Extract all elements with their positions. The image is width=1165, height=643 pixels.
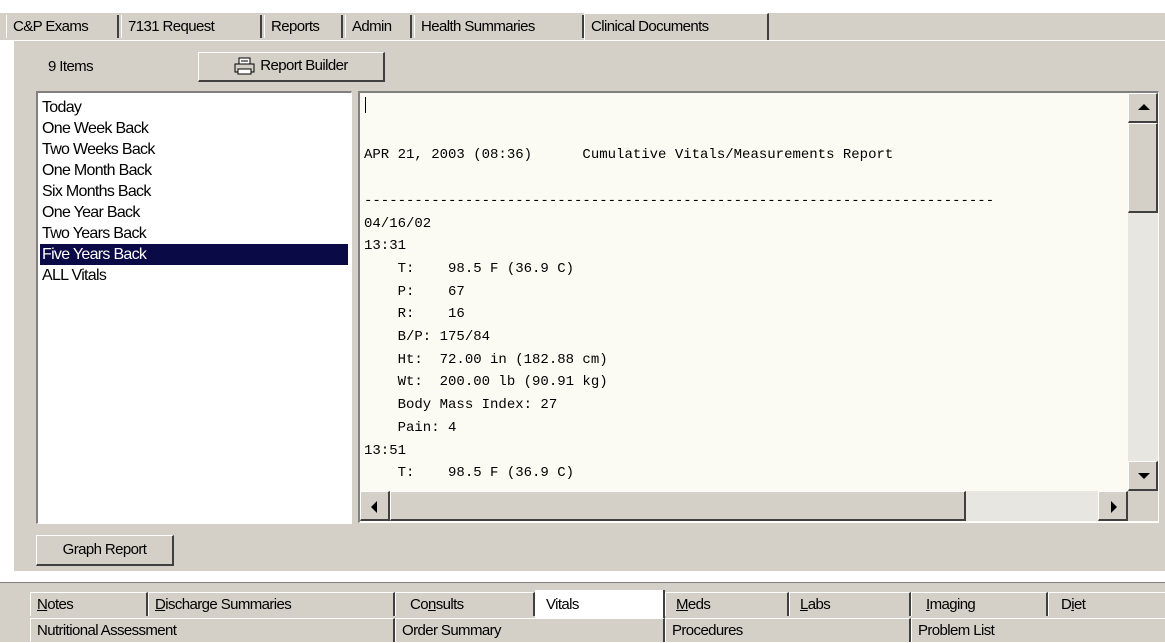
- scroll-right-button[interactable]: [1098, 491, 1128, 521]
- tab-label: Nutritional Assessment: [37, 622, 177, 639]
- list-item-selected[interactable]: Five Years Back: [40, 244, 348, 265]
- scroll-up-button[interactable]: [1128, 93, 1158, 123]
- top-tab-strip: C&P Exams 7131 Request Reports Admin Hea…: [0, 13, 1165, 40]
- tab-label: Reports: [271, 18, 320, 35]
- list-item[interactable]: Two Years Back: [40, 223, 348, 244]
- arrow-right-icon: [1111, 501, 1117, 513]
- tab-vitals[interactable]: Vitals: [535, 590, 665, 618]
- report-line: 13:31: [364, 238, 407, 255]
- tab-label: Problem List: [918, 622, 995, 639]
- tab-admin[interactable]: Admin: [345, 15, 412, 38]
- report-line: Body Mass Index: 27: [364, 397, 558, 414]
- report-line: T: 98.5 F (36.9 C): [364, 465, 575, 482]
- tab-procedures[interactable]: Procedures: [665, 618, 911, 642]
- bottom-tab-strip: Notes Discharge Summaries Consults Vital…: [0, 582, 1165, 642]
- report-line: T: 98.5 F (36.9 C): [364, 260, 575, 277]
- arrow-up-icon: [1138, 104, 1150, 110]
- tab-meds[interactable]: Meds: [665, 592, 789, 616]
- report-line: APR 21, 2003 (08:36) Cumulative Vitals/M…: [364, 147, 894, 164]
- tab-order-summary[interactable]: Order Summary: [395, 618, 665, 642]
- report-line: 13:51: [364, 442, 407, 459]
- report-line: ----------------------------------------…: [364, 192, 995, 209]
- report-line: [364, 99, 1128, 122]
- tab-reports[interactable]: Reports: [264, 15, 343, 38]
- tab-label: Clinical Documents: [591, 18, 709, 35]
- tab-label: Admin: [352, 18, 392, 35]
- tab-7131-request[interactable]: 7131 Request: [121, 15, 262, 38]
- tab-imaging[interactable]: Imaging: [911, 592, 1048, 616]
- arrow-left-icon: [371, 501, 377, 513]
- report-text-area[interactable]: APR 21, 2003 (08:36) Cumulative Vitals/M…: [358, 91, 1159, 523]
- tab-label: 7131 Request: [128, 18, 215, 35]
- printer-icon: [234, 57, 255, 75]
- tab-label: Procedures: [672, 622, 743, 639]
- list-item[interactable]: One Year Back: [40, 202, 348, 223]
- tab-labs[interactable]: Labs: [789, 592, 911, 616]
- list-item[interactable]: One Week Back: [40, 118, 348, 139]
- arrow-down-icon: [1138, 473, 1150, 479]
- tab-diet[interactable]: Diet: [1048, 592, 1165, 616]
- report-line: [364, 122, 1128, 145]
- scrollbar-corner: [1128, 491, 1158, 521]
- list-item[interactable]: One Month Back: [40, 160, 348, 181]
- graph-report-label: Graph Report: [62, 541, 147, 558]
- tab-problem-list[interactable]: Problem List: [911, 618, 1165, 642]
- scroll-left-button[interactable]: [360, 491, 390, 521]
- list-item[interactable]: Two Weeks Back: [40, 139, 348, 160]
- tab-consults[interactable]: Consults: [395, 592, 535, 616]
- vertical-scrollbar[interactable]: [1128, 93, 1158, 491]
- tab-nutritional-assessment[interactable]: Nutritional Assessment: [30, 618, 395, 642]
- list-item[interactable]: ALL Vitals: [40, 265, 348, 286]
- items-count: 9 Items: [48, 58, 94, 75]
- scroll-down-button[interactable]: [1128, 461, 1158, 491]
- tab-clinical-documents[interactable]: Clinical Documents: [584, 13, 769, 40]
- graph-report-button[interactable]: Graph Report: [36, 535, 174, 566]
- report-builder-label: Report Builder: [260, 57, 348, 74]
- report-line: 04/16/02: [364, 215, 432, 232]
- tab-label: Health Summaries: [421, 18, 535, 35]
- tab-discharge-summaries[interactable]: Discharge Summaries: [148, 592, 395, 616]
- horizontal-scroll-thumb[interactable]: [390, 491, 966, 521]
- report-line: Wt: 200.00 lb (90.91 kg): [364, 374, 608, 391]
- list-item[interactable]: Today: [40, 97, 348, 118]
- report-line: B/P: 175/84: [364, 329, 491, 346]
- scroll-thumb[interactable]: [1128, 123, 1158, 213]
- report-line: Ht: 72.00 in (182.88 cm): [364, 351, 608, 368]
- list-item[interactable]: Six Months Back: [40, 181, 348, 202]
- date-range-list[interactable]: Today One Week Back Two Weeks Back One M…: [36, 91, 352, 524]
- report-line: R: 16: [364, 306, 465, 323]
- report-builder-button[interactable]: Report Builder: [198, 52, 385, 82]
- tab-label: Order Summary: [402, 622, 501, 639]
- report-line: Pain: 4: [364, 419, 457, 436]
- tab-cp-exams[interactable]: C&P Exams: [6, 15, 119, 38]
- report-line: [364, 167, 1128, 190]
- report-line: P: 67: [364, 283, 465, 300]
- tab-notes[interactable]: Notes: [30, 592, 148, 616]
- tab-label: C&P Exams: [13, 18, 89, 35]
- horizontal-scrollbar[interactable]: [360, 491, 1128, 521]
- tab-health-summaries[interactable]: Health Summaries: [414, 15, 584, 38]
- report-content: APR 21, 2003 (08:36) Cumulative Vitals/M…: [364, 99, 1128, 491]
